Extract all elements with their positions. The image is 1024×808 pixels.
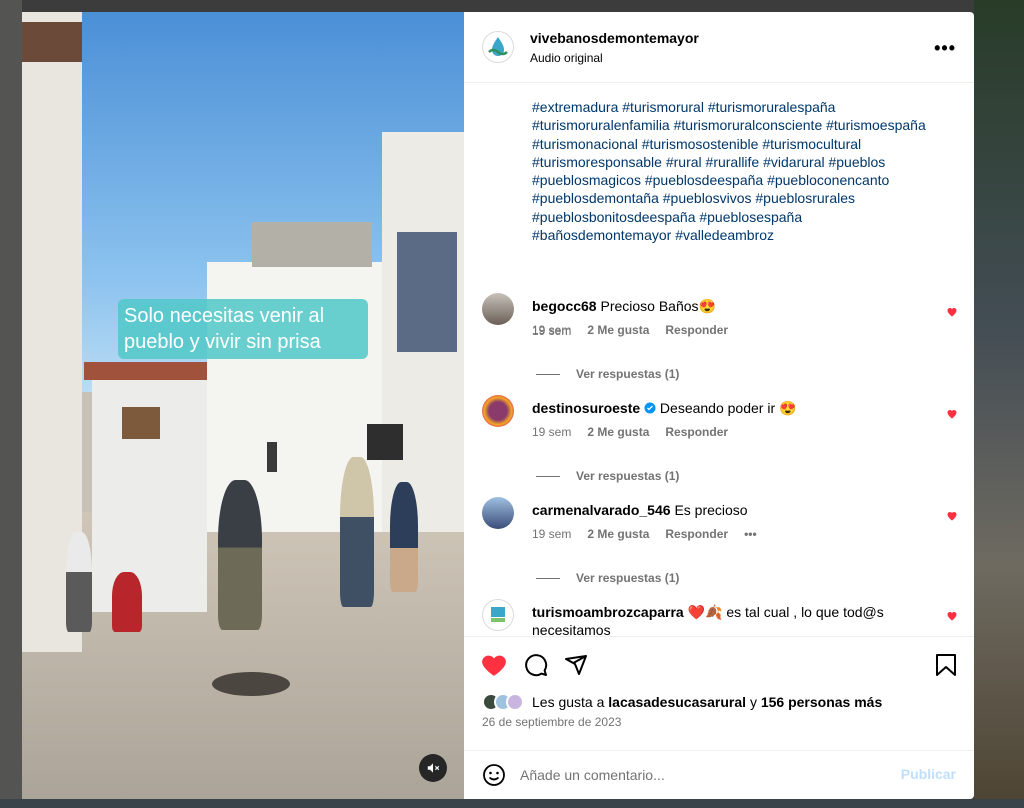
- publish-button[interactable]: Publicar: [901, 766, 956, 782]
- likes-summary: Les gusta a lacasadesucasarural y 156 pe…: [482, 693, 882, 711]
- likes-prefix: Les gusta a: [532, 694, 605, 710]
- video-person: [112, 572, 142, 632]
- comment-username[interactable]: turismoambrozcaparra: [532, 604, 684, 620]
- comment-time: 19 sem: [532, 323, 572, 337]
- comment-input[interactable]: Añade un comentario...: [520, 767, 665, 783]
- heart-icon: [947, 512, 957, 521]
- comments-scroll-area[interactable]: #extremadura #turismorural #turismorural…: [464, 84, 974, 636]
- comment-text: Precioso Baños😍: [600, 298, 716, 314]
- comment-like-button[interactable]: [946, 407, 958, 425]
- video-roof-center: [252, 222, 372, 267]
- comment-likes[interactable]: 2 Me gusta: [587, 425, 649, 439]
- heart-icon: [482, 655, 506, 676]
- share-button[interactable]: [562, 651, 590, 679]
- mute-icon: [427, 763, 440, 773]
- bookmark-icon: [936, 654, 956, 676]
- avatar: [506, 693, 524, 711]
- view-replies-label: Ver respuestas (1): [576, 367, 680, 381]
- view-replies-button[interactable]: Ver respuestas (1): [536, 367, 679, 381]
- reply-button[interactable]: Responder: [665, 527, 728, 541]
- comment-like-button[interactable]: [946, 305, 958, 323]
- emoji-icon: [483, 764, 505, 786]
- replies-divider: [536, 577, 560, 579]
- video-roof-white: [84, 362, 214, 380]
- comment-item: begocc68 Precioso Baños😍 19 sem 2 Me gust…: [482, 293, 962, 353]
- emoji-button[interactable]: [482, 763, 506, 787]
- brand-logo-icon: [488, 37, 508, 56]
- mute-button[interactable]: [419, 754, 447, 782]
- view-replies-label: Ver respuestas (1): [576, 571, 680, 585]
- heart-icon: [947, 410, 957, 419]
- comment-more-button[interactable]: •••: [744, 527, 757, 541]
- likes-user[interactable]: lacasadesucasarural: [608, 694, 746, 710]
- video-caption-overlay: Solo necesitas venir al pueblo y vivir s…: [118, 299, 368, 359]
- comment-item: turismoambrozcaparra ❤️🍂 es tal cual , l…: [482, 599, 962, 636]
- like-button[interactable]: [480, 651, 508, 679]
- video-window: [122, 407, 160, 439]
- replies-divider: [536, 475, 560, 477]
- video-person: [340, 457, 374, 607]
- save-button[interactable]: [932, 651, 960, 679]
- comment-item: carmenalvarado_546 Es precioso 19 sem 2 M…: [482, 497, 962, 557]
- comment-username[interactable]: destinosuroeste: [532, 400, 640, 416]
- video-person: [66, 532, 92, 632]
- video-window: [367, 424, 403, 460]
- more-options-button[interactable]: •••: [934, 38, 956, 59]
- comment-likes[interactable]: 2 Me gusta: [587, 323, 649, 337]
- post-date[interactable]: 26 de septiembre de 2023: [482, 715, 621, 729]
- share-icon: [565, 655, 587, 675]
- likes-others[interactable]: 156 personas más: [761, 694, 882, 710]
- avatar[interactable]: [482, 31, 514, 63]
- comment-button[interactable]: [522, 651, 550, 679]
- post-header: vivebanosdemontemayor Audio original •••: [464, 12, 974, 83]
- avatar[interactable]: [482, 395, 514, 427]
- reply-button[interactable]: Responder: [665, 425, 728, 439]
- view-replies-button[interactable]: Ver respuestas (1): [536, 469, 679, 483]
- comment-composer: Añade un comentario... Publicar: [464, 750, 974, 799]
- view-replies-button[interactable]: Ver respuestas (1): [536, 571, 679, 585]
- heart-icon: [947, 308, 957, 317]
- comment-text: Es precioso: [674, 502, 748, 518]
- video-person: [390, 482, 418, 592]
- post-hashtags[interactable]: #extremadura #turismorural #turismorural…: [532, 98, 932, 244]
- comment-like-button[interactable]: [946, 609, 958, 627]
- reply-button[interactable]: Responder: [665, 323, 728, 337]
- comment-likes[interactable]: 2 Me gusta: [587, 527, 649, 541]
- likes-joiner: y: [749, 694, 757, 710]
- post-video[interactable]: Solo necesitas venir al pueblo y vivir s…: [22, 12, 464, 799]
- view-replies-label: Ver respuestas (1): [576, 469, 680, 483]
- video-manhole: [212, 672, 290, 696]
- comment-text: Deseando poder ir 😍: [659, 400, 797, 416]
- avatar[interactable]: [482, 293, 514, 325]
- heart-icon: [947, 612, 957, 621]
- comment-icon: [525, 654, 548, 677]
- video-window: [267, 442, 277, 472]
- avatar[interactable]: [482, 497, 514, 529]
- comment-username[interactable]: carmenalvarado_546: [532, 502, 671, 518]
- comment-item: destinosuroeste Deseando poder ir 😍 19 s…: [482, 395, 962, 455]
- verified-icon: [644, 402, 656, 414]
- video-person: [218, 480, 262, 630]
- comment-like-button[interactable]: [946, 509, 958, 527]
- video-balcony: [397, 232, 457, 352]
- post-details-panel: vivebanosdemontemayor Audio original •••…: [464, 12, 974, 799]
- logo-icon: [491, 607, 505, 622]
- replies-divider: [536, 373, 560, 375]
- post-username[interactable]: vivebanosdemontemayor: [530, 29, 699, 47]
- comment-time: 19 sem: [532, 425, 572, 439]
- comment-username[interactable]: begocc68: [532, 298, 597, 314]
- avatar[interactable]: [482, 599, 514, 631]
- video-roof-left: [22, 22, 82, 62]
- post-audio-label[interactable]: Audio original: [530, 50, 699, 66]
- comment-time: 19 sem: [532, 527, 572, 541]
